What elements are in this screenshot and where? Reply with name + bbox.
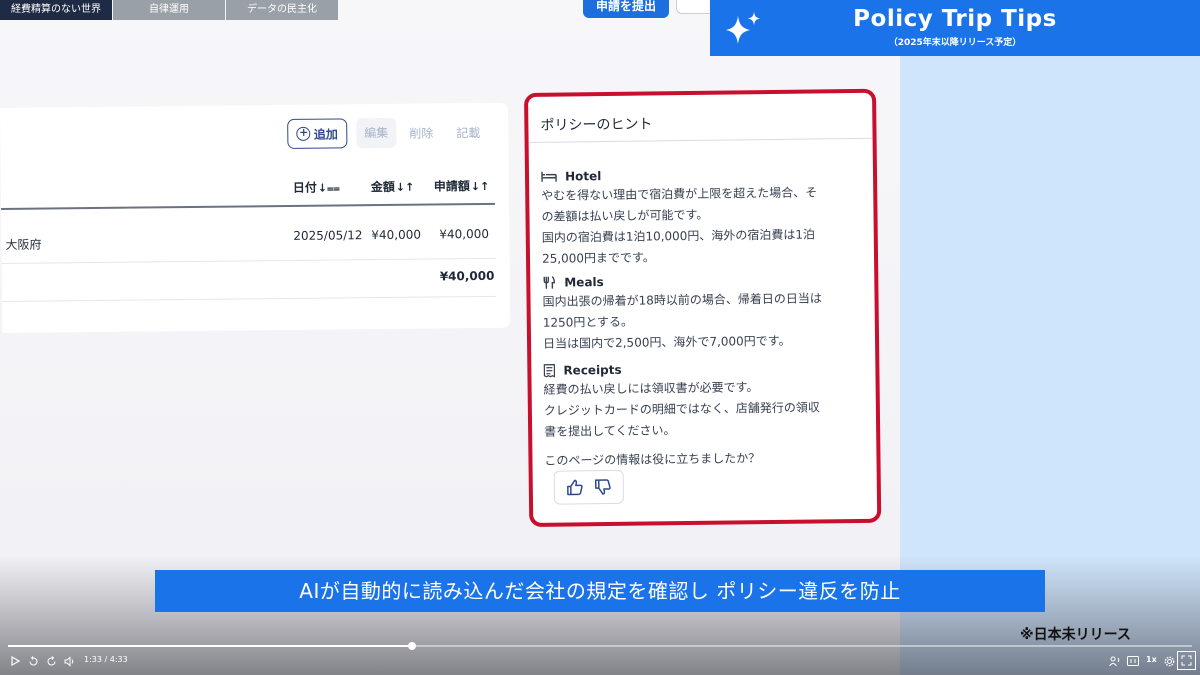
hint-line: 書を提出してください。 <box>544 423 676 439</box>
forward-icon <box>47 655 55 665</box>
banner-title: Policy Trip Tips <box>853 6 1057 32</box>
row-divider <box>2 295 497 302</box>
chapter-tab-1[interactable]: 経費精算のない世界 <box>0 0 112 20</box>
forward-button[interactable] <box>44 654 58 668</box>
person-audio-icon <box>1109 656 1120 666</box>
playback-speed-button[interactable]: 1x <box>1146 655 1157 664</box>
captions-icon <box>1127 656 1139 666</box>
rewind-button[interactable] <box>26 654 40 668</box>
policy-hint-panel: ポリシーのヒント Hotel やむを得ない理由で宿泊費が上限を超えた場合、そ の… <box>524 88 882 527</box>
section-heading: Hotel <box>564 169 602 184</box>
chapter-tab-3[interactable]: データの民主化 <box>226 0 338 20</box>
table-row[interactable]: 大阪府 2025/05/12 ¥40,000 ¥40,000 <box>0 103 508 252</box>
section-heading: Meals <box>564 275 604 290</box>
captions-button[interactable] <box>1126 654 1140 668</box>
row-divider <box>1 257 496 264</box>
cell-location: 大阪府 <box>5 237 42 252</box>
cell-date: 2025/05/12 <box>293 228 363 243</box>
playback-time: 1:33 / 4:33 <box>84 655 128 664</box>
hint-line: 国内出張の帰着が18時以前の場合、帰着日の日当は <box>542 291 822 309</box>
panel-title: ポリシーのヒント <box>540 116 653 134</box>
column-header-claim[interactable]: 申請額↓↑ <box>434 177 490 195</box>
edit-button[interactable]: 編集 <box>356 117 397 149</box>
add-button-label: 追加 <box>313 126 338 142</box>
release-notice: ※日本未リリース <box>1020 627 1131 643</box>
rewind-icon <box>29 655 37 665</box>
receipt-icon <box>543 364 556 378</box>
section-meals: Meals 国内出張の帰着が18時以前の場合、帰着日の日当は 1250円とする。… <box>542 270 868 355</box>
bed-icon <box>541 171 557 182</box>
volume-icon <box>64 655 73 667</box>
cell-amount: ¥40,000 <box>371 227 422 243</box>
fullscreen-button[interactable] <box>1177 651 1196 670</box>
note-button[interactable]: 記載 <box>456 124 480 141</box>
total-claim: ¥40,000 <box>439 268 495 284</box>
progress-fill <box>8 645 412 647</box>
thumbs-up-icon[interactable] <box>566 478 584 496</box>
fork-knife-icon <box>543 276 556 289</box>
play-button[interactable] <box>8 654 22 668</box>
chapter-tabs: 経費精算のない世界 自律運用 データの民主化 <box>0 0 338 20</box>
video-subtitle: AIが自動的に読み込んだ会社の規定を確認し ポリシー違反を防止 <box>155 570 1045 612</box>
section-heading: Receipts <box>563 362 622 378</box>
chapter-tab-2[interactable]: 自律運用 <box>113 0 225 20</box>
fullscreen-icon <box>1181 655 1192 666</box>
hint-line: 25,000円までです。 <box>541 250 655 266</box>
plus-icon: + <box>296 126 311 141</box>
banner-subtitle: （2025年末以降リリース予定） <box>888 38 1022 48</box>
feedback-question: このページの情報は役に立ちましたか？ <box>544 451 761 468</box>
section-hotel: Hotel やむを得ない理由で宿泊費が上限を超えた場合、そ の差額は払い戻しが可… <box>541 164 867 270</box>
sort-icon: ↓↑ <box>470 179 490 194</box>
section-receipts: Receipts 経費の払い戻しには領収書が必要です。 クレジットカードの明細で… <box>543 358 869 443</box>
sparkle-icon <box>726 12 760 44</box>
hint-line: 日当は国内で2,500円、海外で7,000円です。 <box>542 333 791 351</box>
play-icon <box>11 656 20 666</box>
submit-request-button[interactable]: 申請を提出 <box>583 0 669 18</box>
volume-button[interactable] <box>62 654 76 668</box>
sort-icon: ↓⩵ <box>317 181 340 195</box>
column-header-amount[interactable]: 金額↓↑ <box>371 178 415 195</box>
cell-claim: ¥40,000 <box>439 226 490 242</box>
feedback-buttons <box>553 469 625 505</box>
column-header-date[interactable]: 日付↓⩵ <box>293 178 340 195</box>
add-button[interactable]: + 追加 <box>287 118 348 149</box>
expense-table-card: + 追加 編集 削除 記載 日付↓⩵ 金額↓↑ 申請額↓↑ 大阪府 2025/0… <box>0 102 511 333</box>
audio-description-button[interactable] <box>1108 654 1122 668</box>
video-frame: 経費精算のない世界 自律運用 データの民主化 申請を提出 Policy Trip… <box>0 0 1200 675</box>
sort-icon: ↓↑ <box>395 180 415 194</box>
progress-knob[interactable] <box>407 642 416 650</box>
panel-divider <box>528 137 873 143</box>
progress-bar[interactable] <box>8 642 1192 650</box>
delete-button[interactable]: 削除 <box>409 124 433 141</box>
header-divider <box>1 202 496 210</box>
gear-icon <box>1164 656 1174 666</box>
settings-button[interactable] <box>1162 654 1176 668</box>
thumbs-down-icon[interactable] <box>594 478 612 496</box>
